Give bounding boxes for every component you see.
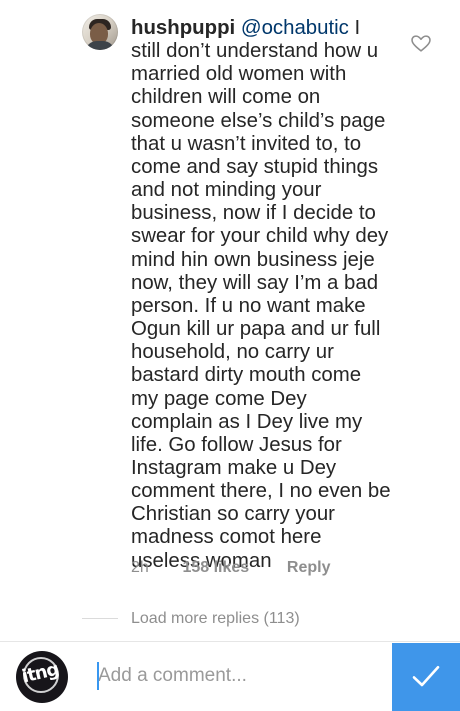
avatar-shirt bbox=[85, 41, 115, 50]
checkmark-icon bbox=[412, 665, 440, 687]
load-more-replies-row[interactable]: Load more replies (113) bbox=[82, 608, 342, 630]
heart-outline-icon[interactable] bbox=[411, 35, 431, 52]
comment-composer: itng bbox=[0, 641, 460, 711]
comment-meta: 2h 158 likes Reply bbox=[131, 557, 335, 579]
current-user-avatar[interactable]: itng bbox=[16, 651, 68, 703]
post-comment-button[interactable] bbox=[392, 643, 460, 711]
replies-divider-line bbox=[82, 618, 118, 619]
reply-button[interactable]: Reply bbox=[287, 557, 335, 579]
comment-likes[interactable]: 158 likes bbox=[182, 557, 282, 579]
commenter-avatar[interactable] bbox=[82, 14, 118, 50]
comment-time: 2h bbox=[131, 559, 149, 576]
comment-mention[interactable]: @ochabutic bbox=[241, 17, 349, 39]
comment-body: I still don’t understand how u married o… bbox=[131, 17, 391, 572]
comment-username[interactable]: hushpuppi bbox=[131, 17, 235, 39]
text-cursor bbox=[97, 662, 99, 690]
load-more-replies-button[interactable]: Load more replies (113) bbox=[131, 608, 300, 630]
comment-thread: hushpuppi @ochabutic I still don’t under… bbox=[0, 0, 460, 627]
comment-input[interactable] bbox=[96, 661, 380, 691]
comment-text: hushpuppi @ochabutic I still don’t under… bbox=[131, 17, 393, 573]
